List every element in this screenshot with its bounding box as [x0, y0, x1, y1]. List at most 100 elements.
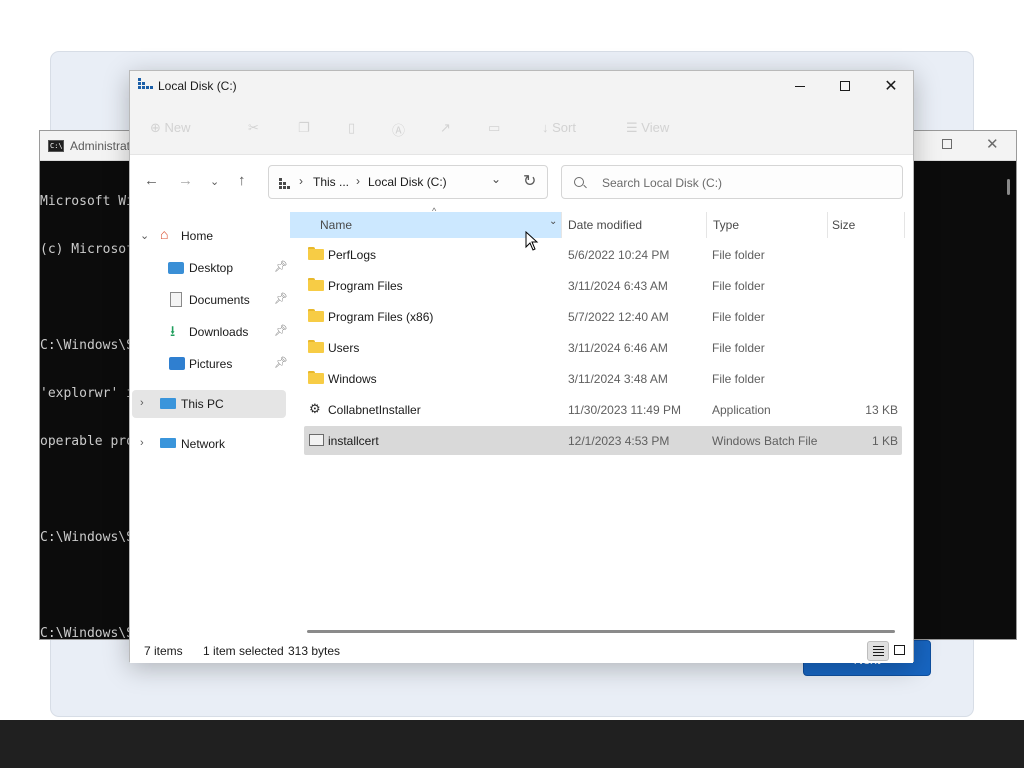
- file-row-perflogs[interactable]: PerfLogs 5/6/2022 10:24 PM File folder: [304, 240, 902, 269]
- home-icon: ⌂: [160, 226, 169, 242]
- batch-file-icon: [309, 434, 324, 446]
- refresh-icon[interactable]: ↻: [523, 171, 536, 191]
- sort-button[interactable]: ↓ Sort: [542, 120, 576, 135]
- file-date: 3/11/2024 3:48 AM: [568, 372, 668, 386]
- folder-icon: [308, 371, 324, 384]
- navigation-pane: ⌄ ⌂ Home Desktop 📌︎ Documents 📌︎ ⭳ Downl…: [130, 209, 290, 629]
- column-filter-icon[interactable]: ⌄: [549, 216, 557, 227]
- network-icon: [160, 438, 176, 448]
- cut-icon[interactable]: ✂: [248, 120, 259, 136]
- column-header-size[interactable]: Size: [828, 212, 904, 238]
- column-divider[interactable]: [904, 212, 905, 238]
- new-button[interactable]: ⊕ New: [150, 120, 191, 136]
- downloads-icon: ⭳: [170, 323, 176, 340]
- file-row-windows[interactable]: Windows 3/11/2024 3:48 AM File folder: [304, 364, 902, 393]
- explorer-titlebar[interactable]: Local Disk (C:) ✕: [130, 71, 913, 111]
- close-button[interactable]: ✕: [868, 71, 914, 101]
- file-date: 12/1/2023 4:53 PM: [568, 434, 670, 448]
- rename-icon[interactable]: Ⓐ: [392, 120, 405, 139]
- command-bar: ⊕ New ✂ ❐ ▯ Ⓐ ↗ ▭ ↓ Sort ☰ View: [130, 111, 913, 155]
- recent-locations-icon[interactable]: ⌄: [210, 175, 219, 188]
- column-header-type[interactable]: Type: [707, 212, 827, 238]
- search-icon: [574, 177, 584, 187]
- sort-ascending-icon: ^: [432, 206, 437, 216]
- file-row-program-files[interactable]: Program Files 3/11/2024 6:43 AM File fol…: [304, 271, 902, 300]
- expand-chevron-icon[interactable]: ›: [140, 437, 144, 449]
- selection-count: 1 item selected: [203, 644, 284, 658]
- explorer-app-icon: [138, 78, 153, 90]
- pin-icon[interactable]: 📌︎: [274, 356, 288, 369]
- address-bar[interactable]: › This ... › Local Disk (C:) ⌄ ↻: [268, 165, 548, 199]
- view-button[interactable]: ☰ View: [626, 120, 669, 136]
- column-header-label: Type: [713, 218, 740, 232]
- view-label: View: [641, 120, 670, 135]
- cmd-close-icon[interactable]: ✕: [986, 135, 999, 153]
- file-type: File folder: [712, 372, 765, 386]
- cmd-app-icon: C:\: [48, 140, 64, 152]
- tiles-view-button[interactable]: [889, 641, 911, 661]
- selection-size: 313 bytes: [288, 644, 341, 658]
- sidebar-item-this-pc[interactable]: › This PC: [132, 390, 286, 418]
- documents-icon: [170, 292, 182, 307]
- cmd-maximize-icon[interactable]: [942, 139, 952, 149]
- status-bar: 7 items 1 item selected 313 bytes: [130, 637, 913, 663]
- pin-icon[interactable]: 📌︎: [274, 292, 288, 305]
- sidebar-item-home[interactable]: ⌄ ⌂ Home: [132, 222, 286, 250]
- horizontal-scrollbar[interactable]: [307, 630, 895, 633]
- sidebar-item-label: Pictures: [189, 357, 233, 371]
- breadcrumb-this-pc[interactable]: This ...: [313, 175, 349, 189]
- tiles-view-icon: [894, 645, 905, 655]
- close-icon: ✕: [884, 78, 898, 95]
- column-header-name[interactable]: ^ Name ⌄: [290, 206, 561, 238]
- sidebar-item-label: Network: [181, 437, 226, 451]
- file-row-collabnetinstaller[interactable]: ⚙ CollabnetInstaller 11/30/2023 11:49 PM…: [304, 395, 902, 424]
- back-icon[interactable]: ←: [144, 172, 159, 189]
- copy-icon[interactable]: ❐: [298, 120, 310, 136]
- column-header-date[interactable]: Date modified: [562, 212, 706, 238]
- application-icon: ⚙: [309, 401, 321, 416]
- sidebar-item-documents[interactable]: Documents 📌︎: [132, 286, 288, 314]
- sidebar-item-label: Home: [181, 229, 214, 243]
- details-view-button[interactable]: [867, 641, 889, 661]
- forward-icon[interactable]: →: [178, 172, 193, 189]
- file-type: File folder: [712, 279, 765, 293]
- cmd-title: Administrat: [70, 139, 131, 153]
- sidebar-item-network[interactable]: › Network: [132, 430, 286, 458]
- sidebar-item-label: Desktop: [189, 261, 234, 275]
- pin-icon[interactable]: 📌︎: [274, 260, 288, 273]
- address-history-icon[interactable]: ⌄: [491, 172, 501, 186]
- up-icon[interactable]: ↑: [238, 172, 246, 189]
- file-name: PerfLogs: [328, 248, 377, 262]
- expand-chevron-icon[interactable]: ⌄: [140, 229, 149, 242]
- breadcrumb-local-disk[interactable]: Local Disk (C:): [368, 175, 447, 189]
- sidebar-item-label: Downloads: [189, 325, 249, 339]
- search-input[interactable]: Search Local Disk (C:): [602, 176, 722, 190]
- file-type: File folder: [712, 248, 765, 262]
- file-explorer-window[interactable]: Local Disk (C:) ✕ ⊕ New ✂ ❐ ▯ Ⓐ ↗ ▭ ↓ So…: [129, 70, 914, 663]
- taskbar: [0, 720, 1024, 768]
- paste-icon[interactable]: ▯: [348, 120, 355, 136]
- item-count: 7 items: [144, 644, 183, 658]
- sidebar-item-desktop[interactable]: Desktop 📌︎: [132, 254, 288, 282]
- delete-icon[interactable]: ▭: [488, 120, 500, 136]
- expand-chevron-icon[interactable]: ›: [140, 397, 144, 409]
- maximize-button[interactable]: [822, 71, 868, 101]
- file-row-program-files-x86[interactable]: Program Files (x86) 5/7/2022 12:40 AM Fi…: [304, 302, 902, 331]
- sidebar-item-downloads[interactable]: ⭳ Downloads 📌︎: [132, 318, 288, 346]
- this-pc-icon: [279, 178, 293, 189]
- file-size: 1 KB: [871, 434, 898, 448]
- search-box[interactable]: Search Local Disk (C:): [561, 165, 903, 199]
- pin-icon[interactable]: 📌︎: [274, 324, 288, 337]
- folder-icon: [308, 278, 324, 291]
- sidebar-item-label: Documents: [189, 293, 250, 307]
- file-row-installcert[interactable]: installcert 12/1/2023 4:53 PM Windows Ba…: [304, 426, 902, 455]
- folder-icon: [308, 340, 324, 353]
- file-row-users[interactable]: Users 3/11/2024 6:46 AM File folder: [304, 333, 902, 362]
- breadcrumb-separator-icon: ›: [356, 174, 360, 188]
- minimize-button[interactable]: [777, 71, 823, 101]
- cmd-scrollbar[interactable]: [1007, 179, 1010, 195]
- file-date: 5/7/2022 12:40 AM: [568, 310, 669, 324]
- sidebar-item-pictures[interactable]: Pictures 📌︎: [132, 350, 288, 378]
- desktop-icon: [168, 262, 184, 274]
- share-icon[interactable]: ↗: [440, 120, 451, 136]
